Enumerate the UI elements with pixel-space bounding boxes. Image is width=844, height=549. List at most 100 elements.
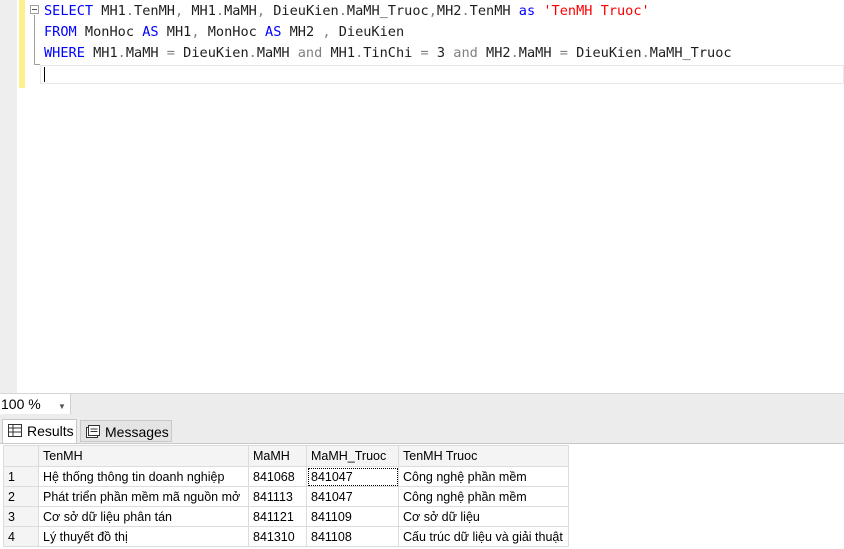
query-editor[interactable]: SELECT MH1.TenMH, MH1.MaMH, DieuKien.MaM… — [0, 0, 844, 393]
sql-identifier: MonHoc — [199, 24, 266, 40]
sql-operator: = — [166, 45, 175, 61]
zoom-bar: 100 % ▼ — [0, 393, 844, 415]
sql-identifier: DieuKien — [174, 45, 249, 61]
sql-operator: , — [174, 3, 184, 19]
row-number[interactable]: 2 — [3, 486, 39, 507]
sql-operator: . — [125, 3, 135, 19]
results-tabs: Results Messages — [0, 415, 844, 443]
cell-mamh-truoc[interactable]: 841109 — [306, 506, 399, 527]
column-header[interactable]: TenMH Truoc — [398, 445, 569, 467]
outline-line — [34, 15, 35, 65]
column-header[interactable]: MaMH_Truoc — [306, 445, 399, 467]
cell-tenmh[interactable]: Hệ thống thông tin doanh nghiệp — [38, 466, 249, 487]
sql-operator: = — [559, 45, 568, 61]
current-line-highlight — [40, 65, 844, 84]
sql-identifier: TenMH — [469, 3, 519, 19]
sql-operator: . — [641, 45, 650, 61]
table-row[interactable]: 3 Cơ sở dữ liệu phân tán 841121 841109 C… — [3, 506, 569, 527]
sql-keyword: AS — [142, 24, 159, 40]
cell-tenmh[interactable]: Phát triển phần mềm mã nguồn mở — [38, 486, 249, 507]
zoom-dropdown[interactable]: 100 % ▼ — [0, 394, 71, 414]
text-caret — [44, 67, 45, 82]
row-number[interactable]: 3 — [3, 506, 39, 527]
editor-gutter — [0, 0, 17, 393]
sql-operator: , — [428, 3, 437, 19]
sql-operator: and — [297, 45, 323, 61]
code-line-1: SELECT MH1.TenMH, MH1.MaMH, DieuKien.MaM… — [44, 0, 650, 22]
column-header[interactable]: MaMH — [248, 445, 307, 467]
sql-string: 'TenMH Truoc' — [543, 3, 650, 19]
tab-results[interactable]: Results — [2, 419, 77, 443]
cell-tenmh-truoc[interactable]: Công nghệ phần mềm — [398, 486, 569, 507]
sql-identifier: MH1 — [93, 3, 126, 19]
collapse-toggle-icon[interactable] — [30, 5, 39, 14]
cell-mamh[interactable]: 841113 — [248, 486, 307, 507]
table-row[interactable]: 2 Phát triển phần mềm mã nguồn mở 841113… — [3, 486, 569, 507]
sql-identifier: MH2 — [281, 24, 323, 40]
sql-operator: = — [420, 45, 429, 61]
sql-keyword: SELECT — [44, 3, 94, 19]
sql-identifier: MH2 — [477, 45, 511, 61]
sql-keyword: WHERE — [44, 45, 85, 61]
sql-identifier: MaMH_Truoc — [649, 45, 732, 61]
cell-tenmh[interactable]: Cơ sở dữ liệu phân tán — [38, 506, 249, 527]
sql-operator: and — [453, 45, 478, 61]
sql-identifier: MaMH_Truoc — [346, 3, 429, 19]
column-header[interactable]: TenMH — [38, 445, 249, 467]
sql-operator: . — [461, 3, 470, 19]
sql-identifier: TinChi — [363, 45, 421, 61]
sql-identifier: MaMH — [518, 45, 560, 61]
sql-keyword: as — [518, 3, 536, 19]
sql-operator: , — [256, 3, 266, 19]
results-grid: TenMH MaMH MaMH_Truoc TenMH Truoc 1 Hệ t… — [3, 445, 569, 547]
sql-identifier: MH2 — [436, 3, 462, 19]
grid-icon — [8, 424, 22, 437]
table-row[interactable]: 4 Lý thuyết đồ thị 841310 841108 Cấu trú… — [3, 526, 569, 547]
cell-mamh[interactable]: 841310 — [248, 526, 307, 547]
tab-messages[interactable]: Messages — [80, 420, 172, 442]
sql-operator: . — [215, 3, 225, 19]
sql-keyword: FROM — [44, 24, 77, 40]
sql-operator: . — [338, 3, 347, 19]
sql-identifier: DieuKien — [567, 45, 642, 61]
sql-identifier: MaMH — [256, 45, 298, 61]
tab-messages-label: Messages — [105, 424, 169, 440]
row-number[interactable]: 1 — [3, 466, 39, 487]
sql-identifier: 3 — [428, 45, 454, 61]
table-row[interactable]: 1 Hệ thống thông tin doanh nghiệp 841068… — [3, 466, 569, 487]
zoom-value: 100 % — [1, 396, 41, 412]
sql-identifier: MonHoc — [76, 24, 143, 40]
grid-header-row: TenMH MaMH MaMH_Truoc TenMH Truoc — [3, 445, 569, 467]
sql-identifier: MH1 — [158, 24, 192, 40]
row-number-header[interactable] — [3, 445, 39, 467]
sql-operator: . — [510, 45, 519, 61]
cell-tenmh-truoc[interactable]: Cơ sở dữ liệu — [398, 506, 569, 527]
cell-tenmh-truoc[interactable]: Công nghệ phần mềm — [398, 466, 569, 487]
code-line-2: FROM MonHoc AS MH1, MonHoc AS MH2 , Dieu… — [44, 21, 404, 43]
cell-mamh-truoc[interactable]: 841047 — [306, 486, 399, 507]
sql-identifier: MaMH — [125, 45, 167, 61]
chevron-down-icon[interactable]: ▼ — [58, 397, 66, 417]
sql-identifier: TenMH — [134, 3, 175, 19]
code-line-3: WHERE MH1.MaMH = DieuKien.MaMH and MH1.T… — [44, 42, 732, 64]
sql-keyword: AS — [265, 24, 282, 40]
sql-operator: . — [117, 45, 126, 61]
tab-results-label: Results — [27, 423, 74, 439]
sql-identifier: MH1 — [183, 3, 216, 19]
cell-mamh-truoc[interactable]: 841047 — [306, 466, 399, 487]
sql-operator: , — [191, 24, 200, 40]
sql-operator: , — [322, 24, 331, 40]
cell-mamh-truoc[interactable]: 841108 — [306, 526, 399, 547]
sql-identifier: DieuKien — [265, 3, 339, 19]
cell-tenmh[interactable]: Lý thuyết đồ thị — [38, 526, 249, 547]
messages-icon — [86, 425, 100, 438]
sql-operator: . — [248, 45, 257, 61]
row-number[interactable]: 4 — [3, 526, 39, 547]
sql-identifier: MH1 — [84, 45, 118, 61]
cell-mamh[interactable]: 841121 — [248, 506, 307, 527]
cell-mamh[interactable]: 841068 — [248, 466, 307, 487]
sql-identifier: MaMH — [224, 3, 257, 19]
cell-tenmh-truoc[interactable]: Cấu trúc dữ liệu và giải thuật — [398, 526, 569, 547]
results-grid-area: TenMH MaMH MaMH_Truoc TenMH Truoc 1 Hệ t… — [0, 443, 844, 549]
sql-identifier: DieuKien — [330, 24, 405, 40]
